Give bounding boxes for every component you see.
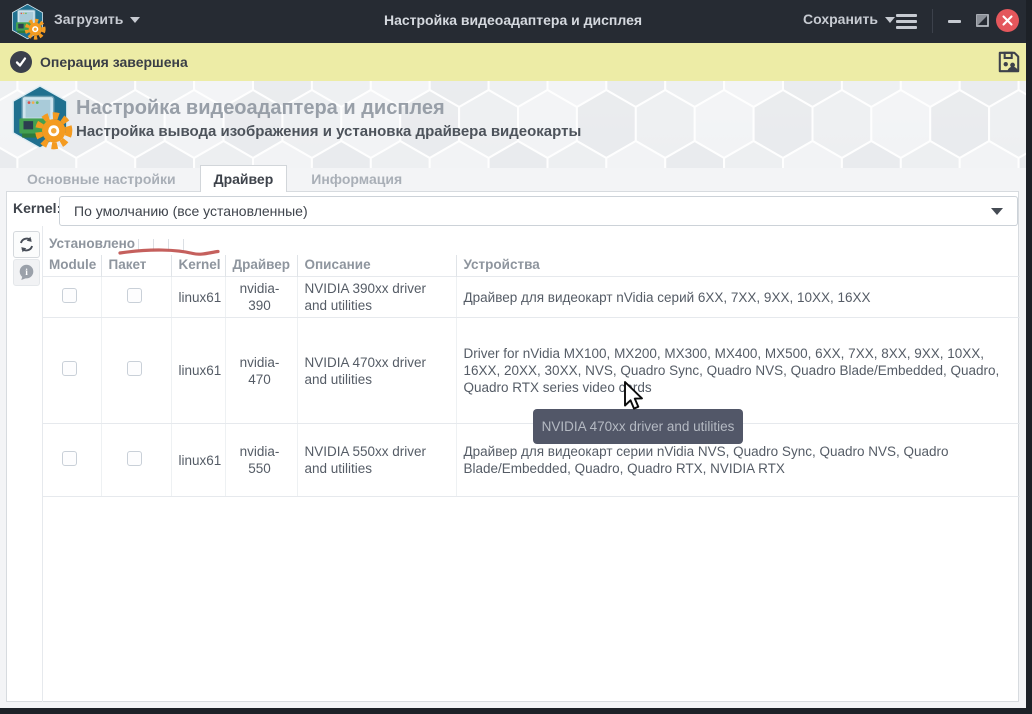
- col-kernel[interactable]: Kernel: [171, 255, 225, 277]
- page-header: Настройка видеоадаптера и дисплея Настро…: [0, 81, 1026, 168]
- tab-information[interactable]: Информация: [298, 165, 415, 192]
- svg-text:i: i: [25, 268, 28, 278]
- col-devices[interactable]: Устройства: [456, 255, 1020, 277]
- kernel-select-value: По умолчанию (все установленные): [74, 203, 308, 219]
- refresh-icon: [17, 235, 36, 254]
- package-checkbox[interactable]: [127, 451, 142, 466]
- save-button[interactable]: Сохранить: [803, 11, 895, 27]
- load-button-label: Загрузить: [54, 11, 123, 27]
- cell-devices: Драйвер для видеокарт nVidia серий 6XX, …: [456, 277, 1020, 318]
- cell-driver: nvidia-550: [225, 424, 297, 497]
- module-checkbox[interactable]: [62, 288, 77, 303]
- notification-message: Операция завершена: [40, 54, 188, 70]
- tab-general-settings[interactable]: Основные настройки: [14, 165, 189, 192]
- load-button[interactable]: Загрузить: [54, 11, 140, 27]
- restore-button[interactable]: [976, 14, 989, 27]
- table-row: linux61 nvidia-470 NVIDIA 470xx driver a…: [42, 318, 1020, 424]
- menu-button[interactable]: [896, 14, 917, 33]
- info-button[interactable]: i: [13, 259, 40, 286]
- save-button-label: Сохранить: [803, 11, 878, 27]
- header-tick: [168, 239, 169, 251]
- chevron-down-icon: [885, 17, 895, 23]
- titlebar: Загрузить Настройка видеоадаптера и дисп…: [0, 0, 1026, 43]
- tooltip: NVIDIA 470xx driver and utilities: [533, 409, 743, 444]
- page-subtitle: Настройка вывода изображения и установка…: [76, 123, 581, 140]
- notification-bar: Операция завершена: [0, 43, 1026, 81]
- refresh-button[interactable]: [13, 231, 40, 258]
- close-icon: [1002, 15, 1013, 26]
- app-icon-large: [7, 84, 73, 150]
- installed-group-header: Установлено: [49, 236, 135, 251]
- save-profile-icon[interactable]: [996, 49, 1022, 75]
- header-tick: [138, 239, 139, 251]
- chevron-down-icon: [130, 17, 140, 23]
- app-window: Загрузить Настройка видеоадаптера и дисп…: [0, 0, 1026, 708]
- app-icon: [9, 3, 46, 40]
- module-checkbox[interactable]: [62, 451, 77, 466]
- minimize-button[interactable]: [948, 20, 961, 23]
- table-header-row: Module Пакет Kernel Драйвер Описание Уст…: [42, 255, 1020, 277]
- cell-description: NVIDIA 390xx driver and utilities: [297, 277, 456, 318]
- table-row: linux61 nvidia-550 NVIDIA 550xx driver a…: [42, 424, 1020, 497]
- chevron-down-icon: [991, 208, 1003, 215]
- header-tick: [153, 239, 154, 251]
- kernel-label: Kernel:: [13, 200, 61, 216]
- tab-bar: Основные настройки Драйвер Информация: [14, 165, 415, 192]
- module-checkbox[interactable]: [62, 361, 77, 376]
- package-checkbox[interactable]: [127, 361, 142, 376]
- cell-description: NVIDIA 470xx driver and utilities: [297, 318, 456, 424]
- tab-driver[interactable]: Драйвер: [200, 165, 288, 192]
- success-check-icon: [10, 51, 32, 73]
- table-row: linux61 nvidia-390 NVIDIA 390xx driver a…: [42, 277, 1020, 318]
- kernel-select[interactable]: По умолчанию (все установленные): [59, 196, 1018, 226]
- close-button[interactable]: [996, 9, 1019, 32]
- page-title: Настройка видеоадаптера и дисплея: [76, 97, 445, 120]
- cell-driver: nvidia-390: [225, 277, 297, 318]
- cell-kernel: linux61: [171, 277, 225, 318]
- cell-kernel: linux61: [171, 318, 225, 424]
- col-driver[interactable]: Драйвер: [225, 255, 297, 277]
- drivers-table: Module Пакет Kernel Драйвер Описание Уст…: [42, 255, 1020, 497]
- info-icon: i: [18, 264, 35, 281]
- titlebar-separator: [932, 9, 933, 33]
- cell-driver: nvidia-470: [225, 318, 297, 424]
- col-description[interactable]: Описание: [297, 255, 456, 277]
- package-checkbox[interactable]: [127, 288, 142, 303]
- col-module[interactable]: Module: [42, 255, 101, 277]
- driver-tab-panel: Kernel: По умолчанию (все установленные)…: [6, 191, 1019, 702]
- cell-kernel: linux61: [171, 424, 225, 497]
- col-package[interactable]: Пакет: [101, 255, 171, 277]
- cell-devices: Driver for nVidia MX100, MX200, MX300, M…: [456, 318, 1020, 424]
- header-tick: [183, 239, 184, 251]
- cell-description: NVIDIA 550xx driver and utilities: [297, 424, 456, 497]
